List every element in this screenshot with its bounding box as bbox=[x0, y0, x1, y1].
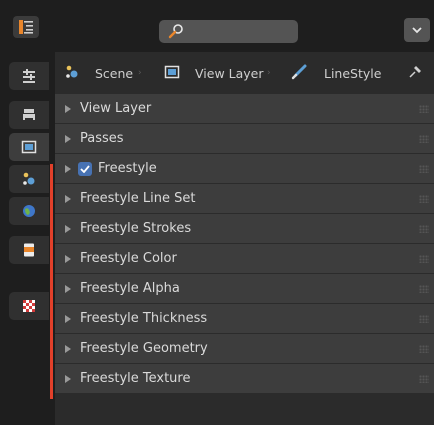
expand-triangle-icon bbox=[65, 285, 71, 293]
breadcrumb: Scene › View Layer › LineStyle bbox=[55, 52, 434, 94]
search-input[interactable] bbox=[159, 20, 298, 43]
expand-triangle-icon bbox=[65, 315, 71, 323]
panel-freestyle-alpha[interactable]: Freestyle Alpha bbox=[55, 274, 434, 304]
properties-editor-icon bbox=[19, 20, 33, 34]
breadcrumb-scene[interactable]: Scene bbox=[95, 66, 133, 81]
panel-freestyle-thickness[interactable]: Freestyle Thickness bbox=[55, 304, 434, 334]
panel-label: Freestyle Texture bbox=[80, 371, 191, 386]
panel-freestyle-texture[interactable]: Freestyle Texture bbox=[55, 364, 434, 394]
panel-view-layer[interactable]: View Layer bbox=[55, 94, 434, 124]
panel-freestyle-color[interactable]: Freestyle Color bbox=[55, 244, 434, 274]
panel-freestyle-strokes[interactable]: Freestyle Strokes bbox=[55, 214, 434, 244]
texture-tab[interactable] bbox=[9, 292, 49, 320]
scene-icon bbox=[66, 65, 78, 78]
drag-handle-icon[interactable] bbox=[419, 315, 429, 323]
world-icon bbox=[23, 205, 35, 217]
scene-tab[interactable] bbox=[9, 165, 49, 193]
editor-type-button[interactable] bbox=[13, 16, 39, 38]
panel-list: View Layer Passes Freestyle Freestyle Li… bbox=[55, 94, 434, 394]
search-icon bbox=[168, 24, 183, 39]
drag-handle-icon[interactable] bbox=[419, 255, 429, 263]
expand-triangle-icon bbox=[65, 255, 71, 263]
panel-label: Freestyle Color bbox=[80, 251, 177, 266]
chevron-down-icon bbox=[412, 27, 422, 34]
view-layer-tab[interactable] bbox=[9, 133, 49, 161]
panel-label: Freestyle Line Set bbox=[80, 191, 196, 206]
header-bar bbox=[0, 0, 434, 52]
panel-freestyle-geometry[interactable]: Freestyle Geometry bbox=[55, 334, 434, 364]
drag-handle-icon[interactable] bbox=[419, 225, 429, 233]
properties-editor: Scene › View Layer › LineStyle View Laye… bbox=[0, 0, 434, 425]
expand-triangle-icon bbox=[65, 375, 71, 383]
chevron-right-icon: › bbox=[267, 68, 271, 78]
panel-label: Passes bbox=[80, 131, 124, 146]
view-layer-icon bbox=[164, 65, 180, 79]
panel-label: Freestyle Alpha bbox=[80, 281, 180, 296]
render-tab[interactable] bbox=[9, 101, 49, 129]
breadcrumb-linestyle[interactable]: LineStyle bbox=[324, 66, 381, 81]
expand-triangle-icon bbox=[65, 165, 71, 173]
expand-triangle-icon bbox=[65, 105, 71, 113]
drag-handle-icon[interactable] bbox=[419, 105, 429, 113]
tool-icon bbox=[23, 69, 35, 83]
expand-triangle-icon bbox=[65, 345, 71, 353]
panel-freestyle-line-set[interactable]: Freestyle Line Set bbox=[55, 184, 434, 214]
pin-icon[interactable] bbox=[407, 64, 423, 80]
breadcrumb-view-layer[interactable]: View Layer bbox=[195, 66, 264, 81]
collection-tab[interactable] bbox=[9, 236, 49, 264]
panel-label: Freestyle Geometry bbox=[80, 341, 208, 356]
highlight-indicator bbox=[50, 164, 53, 399]
expand-triangle-icon bbox=[65, 135, 71, 143]
options-dropdown-button[interactable] bbox=[404, 18, 430, 42]
tab-separator bbox=[12, 95, 42, 96]
panel-passes[interactable]: Passes bbox=[55, 124, 434, 154]
freestyle-checkbox[interactable] bbox=[78, 162, 92, 176]
properties-tab-bar bbox=[0, 52, 55, 425]
drag-handle-icon[interactable] bbox=[419, 195, 429, 203]
drag-handle-icon[interactable] bbox=[419, 135, 429, 143]
render-icon bbox=[23, 109, 35, 121]
panel-freestyle[interactable]: Freestyle bbox=[55, 154, 434, 184]
drag-handle-icon[interactable] bbox=[419, 375, 429, 383]
panel-label: Freestyle bbox=[98, 161, 157, 176]
expand-triangle-icon bbox=[65, 195, 71, 203]
checkmark-icon bbox=[80, 165, 90, 173]
tool-tab[interactable] bbox=[9, 62, 49, 90]
texture-icon bbox=[23, 300, 35, 312]
panel-label: Freestyle Strokes bbox=[80, 221, 192, 236]
drag-handle-icon[interactable] bbox=[419, 285, 429, 293]
drag-handle-icon[interactable] bbox=[419, 165, 429, 173]
panel-label: View Layer bbox=[80, 101, 152, 116]
collection-icon bbox=[24, 243, 34, 257]
chevron-right-icon: › bbox=[138, 68, 142, 78]
scene-icon bbox=[23, 172, 35, 185]
view-layer-icon bbox=[21, 140, 37, 154]
brush-icon bbox=[291, 64, 307, 80]
world-tab[interactable] bbox=[9, 197, 49, 225]
expand-triangle-icon bbox=[65, 225, 71, 233]
panel-label: Freestyle Thickness bbox=[80, 311, 208, 326]
drag-handle-icon[interactable] bbox=[419, 345, 429, 353]
tab-separator bbox=[12, 272, 42, 273]
